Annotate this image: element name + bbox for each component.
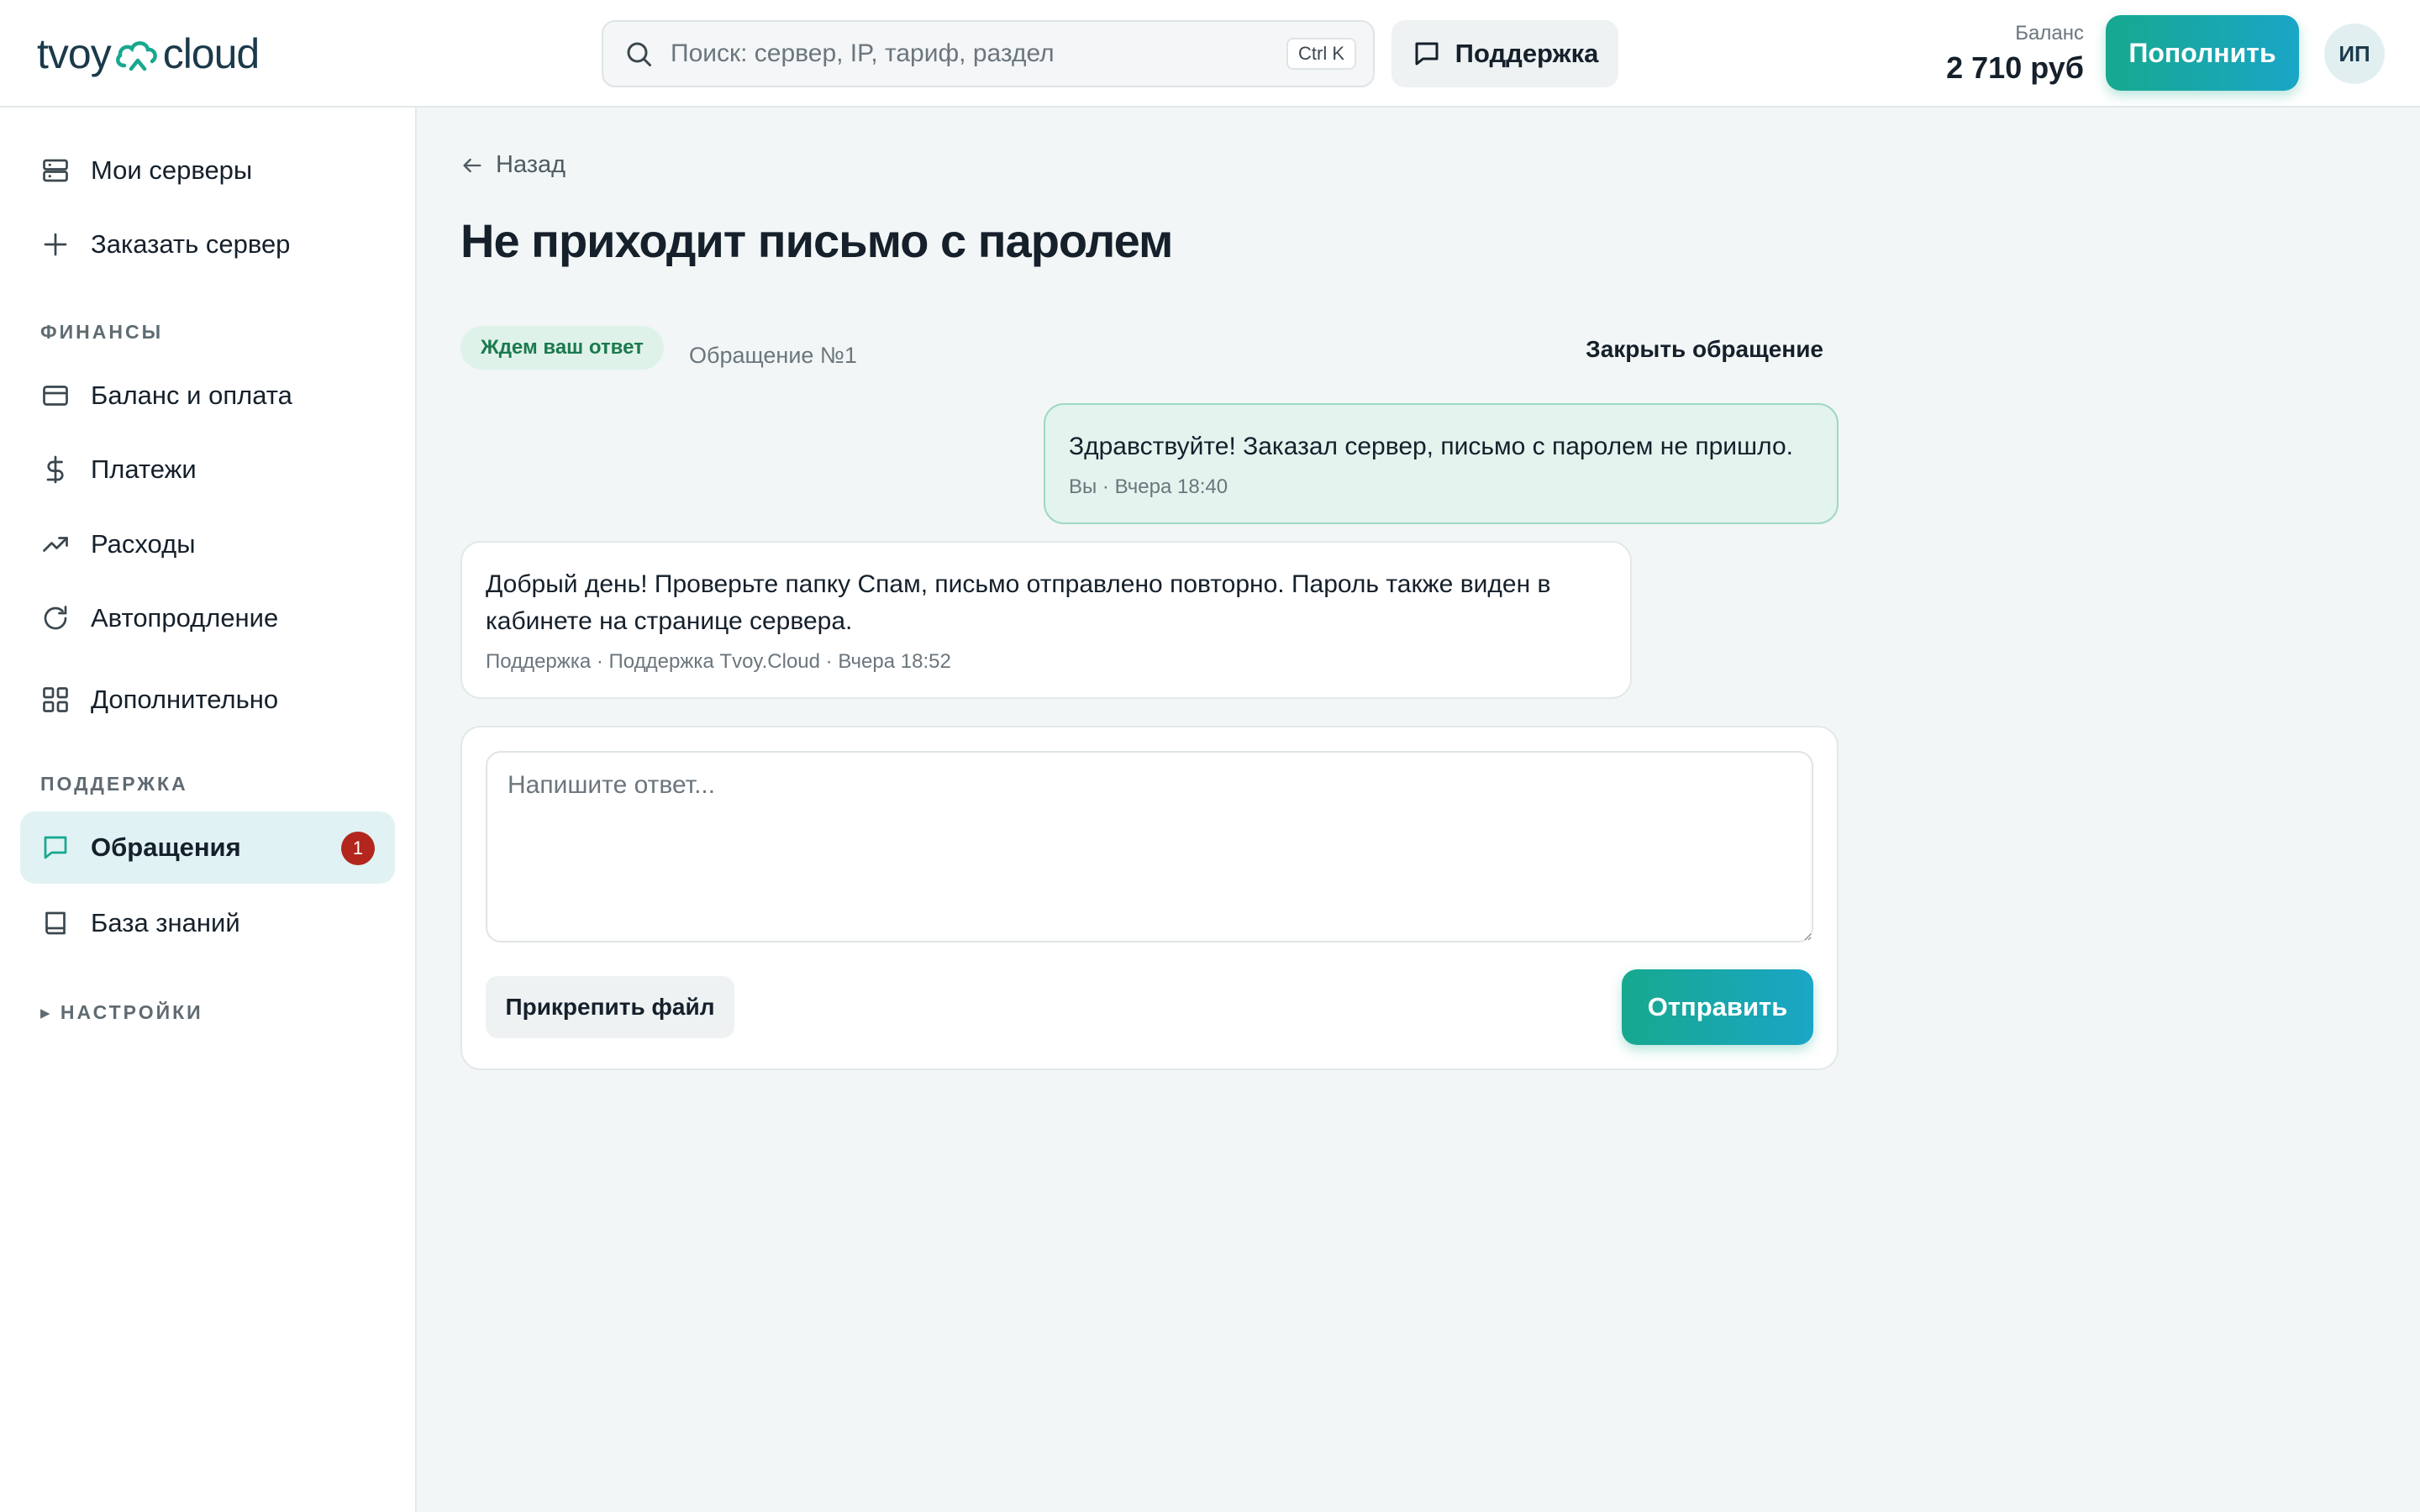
sidebar-item-label: Обращения bbox=[91, 832, 241, 862]
sidebar-item-balance-payment[interactable]: Баланс и оплата bbox=[20, 360, 395, 432]
reply-form: Прикрепить файл Отправить bbox=[460, 726, 1839, 1070]
avatar[interactable]: ИП bbox=[2324, 24, 2385, 84]
sidebar-item-my-servers[interactable]: Мои серверы bbox=[20, 134, 395, 207]
message-support: Добрый день! Проверьте папку Спам, письм… bbox=[460, 541, 1632, 699]
topup-button[interactable]: Пополнить bbox=[2106, 15, 2299, 91]
balance-value: 2 710 руб bbox=[1946, 50, 2084, 85]
reply-textarea[interactable] bbox=[486, 751, 1813, 942]
arrow-left-icon bbox=[463, 158, 481, 172]
sidebar-item-label: Баланс и оплата bbox=[91, 381, 292, 410]
logo-text-right: cloud bbox=[162, 30, 260, 77]
page-title: Не приходит письмо с паролем bbox=[460, 214, 1173, 267]
credit-card-icon bbox=[43, 386, 68, 406]
back-link-label: Назад bbox=[496, 151, 566, 178]
sidebar-item-label: Дополнительно bbox=[91, 685, 279, 714]
logo-text-left: tvoy bbox=[37, 30, 112, 77]
sidebar-item-tickets[interactable]: Обращения 1 bbox=[20, 811, 395, 884]
server-icon bbox=[43, 159, 68, 182]
cloud-logo-icon bbox=[115, 41, 157, 71]
sidebar-item-label: Мои серверы bbox=[91, 155, 253, 185]
close-ticket-button[interactable]: Закрыть обращение bbox=[1571, 331, 1823, 368]
section-title-finance: ФИНАНСЫ bbox=[40, 321, 164, 343]
sidebar-item-label: Расходы bbox=[91, 529, 196, 559]
notification-badge: 1 bbox=[341, 832, 375, 865]
grid-icon bbox=[43, 687, 68, 712]
message-text: Добрый день! Проверьте папку Спам, письм… bbox=[486, 570, 1551, 635]
support-button[interactable]: Поддержка bbox=[1392, 20, 1618, 87]
attach-file-button[interactable]: Прикрепить файл bbox=[486, 976, 734, 1038]
chat-icon bbox=[44, 836, 67, 859]
chat-icon bbox=[1415, 42, 1439, 66]
message-text: Здравствуйте! Заказал сервер, письмо с п… bbox=[1069, 433, 1793, 460]
top-header: tvoy cloud Ctrl K Поддержка Баланс 2 710… bbox=[0, 0, 2420, 108]
search-icon bbox=[627, 42, 651, 66]
message-meta: Вы · Вчера 18:40 bbox=[1069, 475, 1228, 498]
sidebar-item-payments[interactable]: Платежи bbox=[20, 433, 395, 506]
ticket-number: Обращение №1 bbox=[689, 343, 857, 368]
sidebar-item-expenses[interactable]: Расходы bbox=[20, 508, 395, 580]
balance-display: Баланс 2 710 руб bbox=[1924, 22, 2084, 86]
support-button-label: Поддержка bbox=[1455, 39, 1599, 68]
trending-up-icon bbox=[43, 537, 68, 552]
plus-icon bbox=[44, 233, 67, 256]
section-toggle-settings[interactable]: ▸ НАСТРОЙКИ bbox=[40, 1001, 203, 1024]
sidebar: Мои серверы Заказать сервер ФИНАНСЫ Бала… bbox=[0, 108, 417, 1512]
search-bar[interactable]: Ctrl K bbox=[602, 20, 1375, 87]
search-shortcut-hint: Ctrl K bbox=[1286, 38, 1356, 70]
status-badge: Ждем ваш ответ bbox=[460, 326, 664, 370]
sidebar-item-more[interactable]: Дополнительно bbox=[20, 664, 395, 736]
sidebar-item-label: Автопродление bbox=[91, 603, 279, 633]
message-user: Здравствуйте! Заказал сервер, письмо с п… bbox=[1044, 403, 1839, 524]
sidebar-item-order-server[interactable]: Заказать сервер bbox=[20, 208, 395, 281]
sidebar-item-label: База знаний bbox=[91, 908, 240, 937]
balance-label: Баланс bbox=[2015, 22, 2084, 45]
book-icon bbox=[45, 911, 66, 935]
logo[interactable]: tvoy cloud bbox=[37, 30, 260, 77]
sidebar-item-label: Заказать сервер bbox=[91, 229, 291, 259]
search-input[interactable] bbox=[671, 39, 1286, 68]
back-link[interactable]: Назад bbox=[460, 151, 566, 179]
sidebar-item-label: Платежи bbox=[91, 454, 197, 484]
dollar-icon bbox=[46, 455, 64, 484]
sidebar-item-autorenew[interactable]: Автопродление bbox=[20, 582, 395, 654]
send-button[interactable]: Отправить bbox=[1622, 969, 1813, 1045]
refresh-icon bbox=[44, 606, 67, 630]
message-meta: Поддержка · Поддержка Tvoy.Cloud · Вчера… bbox=[486, 650, 951, 673]
sidebar-item-knowledge-base[interactable]: База знаний bbox=[20, 887, 395, 959]
section-title-support: ПОДДЕРЖКА bbox=[40, 773, 188, 795]
